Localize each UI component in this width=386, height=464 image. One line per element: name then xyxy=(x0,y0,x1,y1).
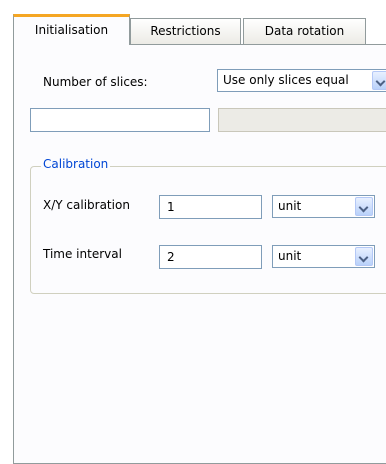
xy-calibration-label: X/Y calibration xyxy=(43,198,130,212)
chevron-down-icon[interactable] xyxy=(355,247,373,266)
tab-initialisation-label: Initialisation xyxy=(34,23,109,37)
time-unit-select[interactable]: unit xyxy=(272,245,375,268)
xy-unit-select[interactable]: unit xyxy=(272,195,375,218)
slices-secondary-input xyxy=(218,108,386,132)
xy-calibration-input[interactable]: 1 xyxy=(159,195,262,219)
time-interval-label: Time interval xyxy=(43,247,122,261)
tab-data-rotation-label: Data rotation xyxy=(264,24,345,38)
tab-data-rotation[interactable]: Data rotation xyxy=(243,18,366,44)
xy-unit-value: unit xyxy=(278,199,302,213)
slices-mode-value: Use only slices equal xyxy=(223,73,349,87)
tab-initialisation[interactable]: Initialisation xyxy=(13,14,130,45)
calibration-legend: Calibration xyxy=(41,157,111,171)
time-unit-value: unit xyxy=(278,249,302,263)
chevron-down-icon[interactable] xyxy=(372,71,386,90)
slices-value-input[interactable] xyxy=(30,108,210,132)
slices-mode-select[interactable]: Use only slices equal xyxy=(217,69,386,92)
chevron-down-icon[interactable] xyxy=(355,197,373,216)
tab-restrictions-label: Restrictions xyxy=(150,24,221,38)
tab-bar: Initialisation Restrictions Data rotatio… xyxy=(0,0,386,45)
calibration-group xyxy=(30,166,386,294)
tab-restrictions[interactable]: Restrictions xyxy=(130,18,241,44)
time-interval-input[interactable]: 2 xyxy=(159,245,262,269)
number-of-slices-label: Number of slices: xyxy=(43,75,148,89)
